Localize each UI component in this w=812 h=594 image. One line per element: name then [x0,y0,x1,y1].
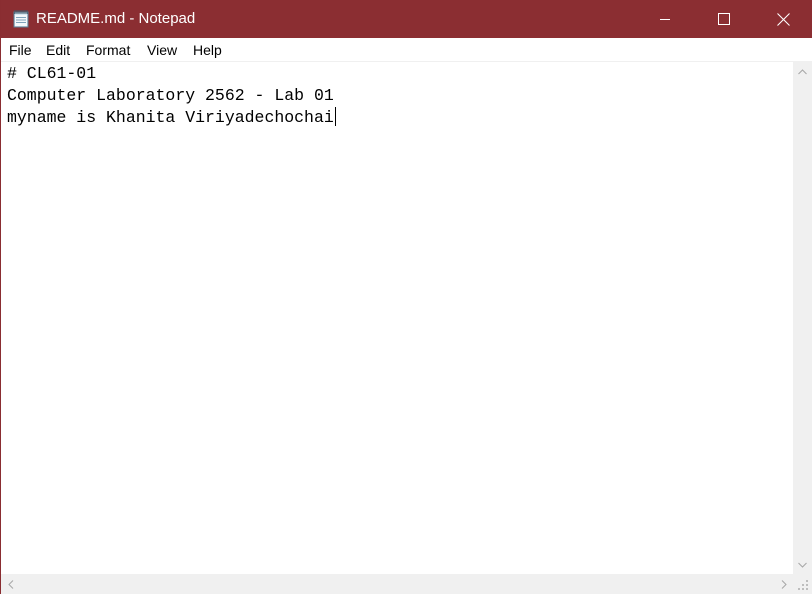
notepad-window: README.md - Notepad File Edit Format Vie… [0,0,812,594]
maximize-button[interactable] [695,0,753,38]
menu-edit[interactable]: Edit [46,42,70,59]
editor-line: # CL61-01 [7,64,97,83]
chevron-down-icon [798,562,807,568]
scroll-left-button[interactable] [1,574,20,594]
scroll-up-button[interactable] [793,62,812,81]
editor-line: Computer Laboratory 2562 - Lab 01 [7,86,334,105]
menu-view[interactable]: View [147,42,177,59]
minimize-button[interactable] [636,0,694,38]
maximize-icon [718,13,730,25]
notepad-icon[interactable] [12,9,31,28]
close-button[interactable] [754,0,812,38]
window-title: README.md - Notepad [36,10,196,27]
scroll-down-button[interactable] [793,555,812,574]
close-icon [776,12,790,26]
horizontal-scrollbar[interactable] [1,574,793,594]
chevron-up-icon [798,68,807,74]
menu-format[interactable]: Format [86,42,130,59]
size-grip-icon [798,580,808,590]
minimize-icon [660,19,670,20]
vertical-scrollbar[interactable] [793,62,812,574]
chevron-right-icon [781,579,787,589]
menu-bar: File Edit Format View Help [1,38,812,62]
title-bar[interactable]: README.md - Notepad [1,0,812,38]
chevron-left-icon [7,579,13,589]
editor-line: myname is Khanita Viriyadechochai [7,107,336,127]
menu-help[interactable]: Help [193,42,222,59]
menu-file[interactable]: File [9,42,32,59]
size-grip[interactable] [793,574,812,594]
scroll-right-button[interactable] [774,574,793,594]
text-editor[interactable]: # CL61-01 Computer Laboratory 2562 - Lab… [1,62,793,574]
text-caret [334,107,336,126]
